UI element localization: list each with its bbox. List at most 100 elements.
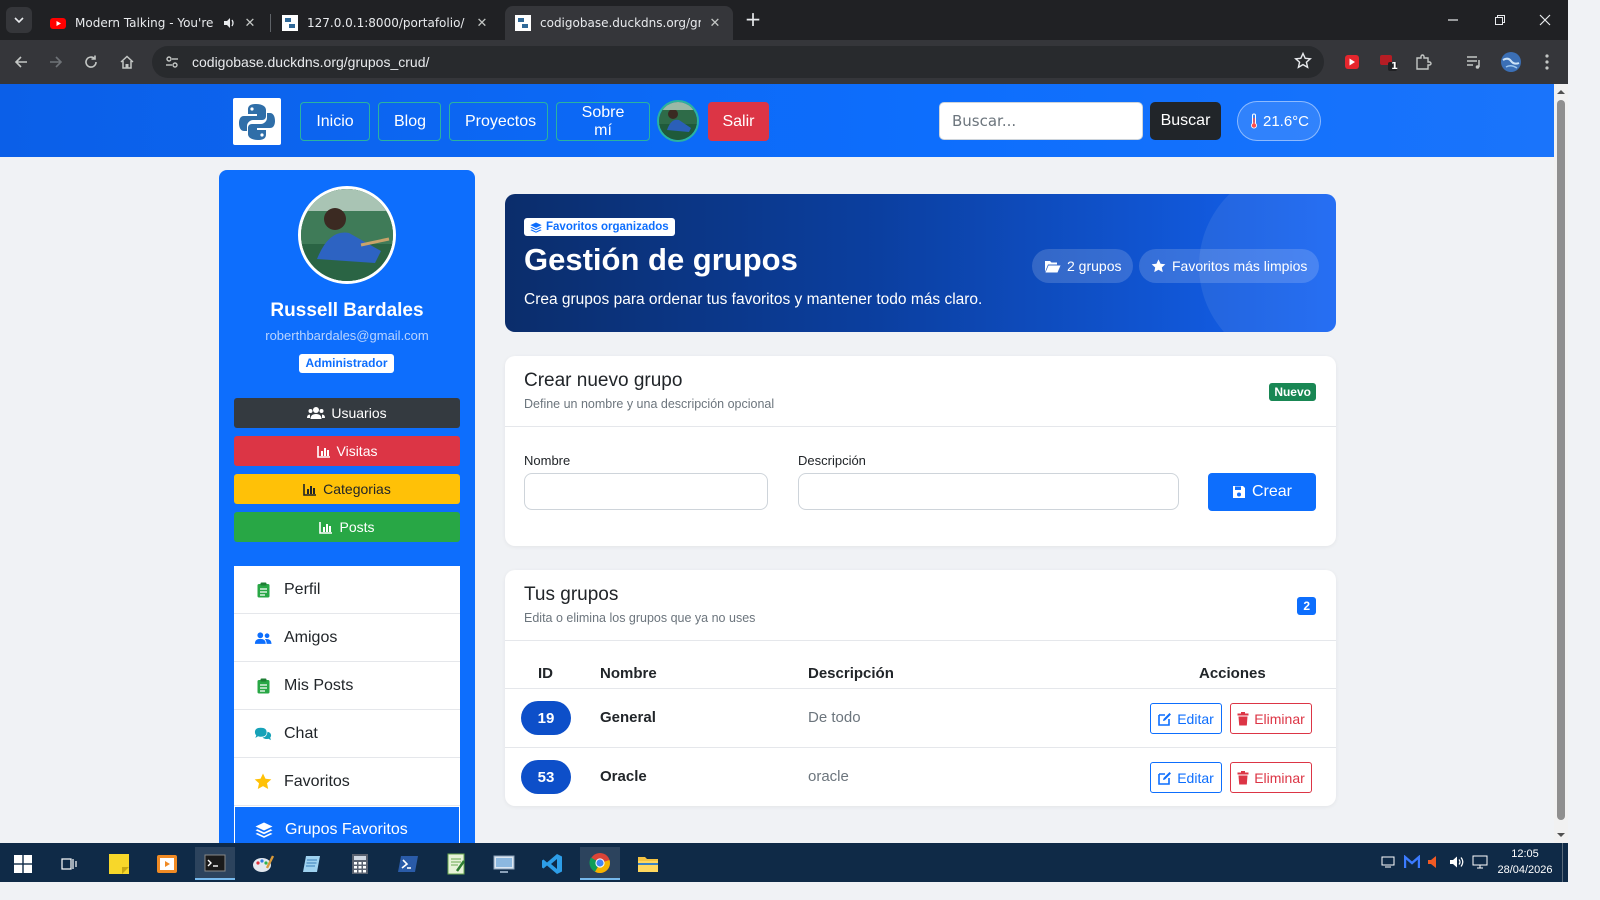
start-button[interactable] xyxy=(3,847,43,880)
description-input[interactable] xyxy=(798,473,1179,510)
restore-button[interactable] xyxy=(1477,0,1523,40)
extension-button[interactable] xyxy=(1340,50,1364,74)
card-divider xyxy=(505,426,1336,427)
monitor-icon xyxy=(1381,856,1395,868)
star-icon xyxy=(1151,259,1166,273)
edit-button[interactable]: Editar xyxy=(1150,703,1222,734)
taskbar-app-notepad[interactable] xyxy=(292,847,332,880)
task-view-button[interactable] xyxy=(50,847,90,880)
bookmark-star-icon[interactable] xyxy=(1294,52,1312,70)
show-desktop-button[interactable] xyxy=(1562,843,1568,882)
groups-title: Tus grupos xyxy=(524,584,619,605)
close-tab-icon[interactable]: ✕ xyxy=(242,16,258,31)
create-group-button[interactable]: Crear xyxy=(1208,473,1316,511)
nav-link-inicio[interactable]: Inicio xyxy=(300,102,370,141)
clipboard-icon xyxy=(254,678,272,694)
sidebar-item-mis-posts[interactable]: Mis Posts xyxy=(234,662,460,710)
tab-search-button[interactable] xyxy=(6,7,32,33)
tab-title: codigobase.duckdns.org/grupo xyxy=(540,16,701,30)
python-icon xyxy=(282,15,298,31)
tray-desktop-icon[interactable] xyxy=(1380,854,1396,870)
speaker-icon[interactable] xyxy=(222,16,236,30)
tray-volume-icon[interactable] xyxy=(1449,854,1465,870)
taskbar-app-remote-desktop[interactable] xyxy=(484,847,524,880)
close-window-button[interactable] xyxy=(1522,0,1568,40)
search-button[interactable]: Buscar xyxy=(1150,102,1221,140)
taskbar-app-sticky-notes[interactable] xyxy=(99,847,139,880)
layers-icon xyxy=(530,222,542,233)
sidebar-item-perfil[interactable]: Perfil xyxy=(234,566,460,614)
scroll-down-arrow-icon[interactable] xyxy=(1554,829,1568,841)
extension-button[interactable]: 1 xyxy=(1376,50,1400,74)
admin-categories-button[interactable]: Categorias xyxy=(234,474,460,504)
delete-button[interactable]: Eliminar xyxy=(1230,703,1312,734)
forward-button[interactable] xyxy=(44,50,68,74)
browser-menu-button[interactable] xyxy=(1535,50,1559,74)
taskbar-clock[interactable]: 12:05 28/04/2026 xyxy=(1490,846,1560,878)
taskbar-app-file-explorer[interactable] xyxy=(628,847,668,880)
taskbar-app-vscode[interactable] xyxy=(532,847,572,880)
search-input[interactable] xyxy=(939,102,1143,140)
trash-icon xyxy=(1237,770,1249,784)
admin-categories-label: Categorias xyxy=(323,481,391,497)
taskbar-app-terminal[interactable] xyxy=(195,847,235,880)
comments-icon xyxy=(254,726,272,742)
taskbar-app-editor[interactable] xyxy=(436,847,476,880)
edit-button[interactable]: Editar xyxy=(1150,762,1222,793)
close-tab-icon[interactable]: ✕ xyxy=(474,16,490,31)
scroll-up-arrow-icon[interactable] xyxy=(1554,86,1568,98)
notepad-icon xyxy=(303,855,320,872)
create-button-label: Crear xyxy=(1251,483,1292,500)
site-logo[interactable] xyxy=(233,98,281,145)
sidebar-item-label: Perfil xyxy=(284,580,321,598)
text-editor-icon xyxy=(447,853,466,874)
nav-link-sobre-mi[interactable]: Sobre mí xyxy=(556,102,650,141)
group-count-label: 2 grupos xyxy=(1067,258,1122,274)
nav-link-proyectos[interactable]: Proyectos xyxy=(449,102,548,141)
delete-button-label: Eliminar xyxy=(1254,710,1305,727)
profile-button[interactable] xyxy=(1499,50,1523,74)
taskbar-app-media[interactable] xyxy=(147,847,187,880)
minimize-button[interactable] xyxy=(1430,0,1476,40)
page-scrollbar[interactable] xyxy=(1554,84,1568,843)
tray-media-icon[interactable] xyxy=(1426,854,1442,870)
logout-button[interactable]: Salir xyxy=(708,102,769,141)
sidebar-item-chat[interactable]: Chat xyxy=(234,710,460,758)
tray-network-icon[interactable] xyxy=(1472,854,1488,870)
taskbar-app-paint[interactable] xyxy=(243,847,283,880)
terminal-icon xyxy=(204,854,226,871)
admin-users-button[interactable]: Usuarios xyxy=(234,398,460,428)
browser-tab[interactable]: 127.0.0.1:8000/portafolio/ ✕ xyxy=(272,6,500,40)
edit-icon xyxy=(1158,771,1172,785)
admin-visits-button[interactable]: Visitas xyxy=(234,436,460,466)
admin-posts-button[interactable]: Posts xyxy=(234,512,460,542)
chevron-down-icon xyxy=(14,17,24,24)
delete-button[interactable]: Eliminar xyxy=(1230,762,1312,793)
name-input[interactable] xyxy=(524,473,768,510)
address-bar[interactable]: codigobase.duckdns.org/grupos_crud/ xyxy=(152,46,1324,78)
globe-avatar-icon xyxy=(1501,52,1521,72)
tray-antivirus-icon[interactable] xyxy=(1404,854,1420,870)
browser-tab-active[interactable]: codigobase.duckdns.org/grupo ✕ xyxy=(505,6,733,40)
home-button[interactable] xyxy=(115,50,139,74)
close-tab-icon[interactable]: ✕ xyxy=(707,16,723,31)
taskbar-app-calculator[interactable] xyxy=(340,847,380,880)
nav-link-blog[interactable]: Blog xyxy=(378,102,441,141)
new-tab-button[interactable]: + xyxy=(741,8,765,32)
sidebar-item-amigos[interactable]: Amigos xyxy=(234,614,460,662)
trash-icon xyxy=(1237,711,1249,725)
chart-icon xyxy=(319,521,333,534)
users-icon xyxy=(307,407,326,419)
taskbar-app-powershell[interactable] xyxy=(388,847,428,880)
user-avatar[interactable] xyxy=(657,100,699,142)
reload-button[interactable] xyxy=(79,50,103,74)
sidebar-item-favoritos[interactable]: Favoritos xyxy=(234,758,460,806)
back-button[interactable] xyxy=(9,50,33,74)
scrollbar-thumb[interactable] xyxy=(1557,100,1565,820)
browser-tab[interactable]: Modern Talking - You're My ✕ xyxy=(40,6,268,40)
row-description: oracle xyxy=(808,768,849,785)
site-info-icon[interactable] xyxy=(164,54,180,70)
taskbar-app-chrome[interactable] xyxy=(580,847,620,880)
extensions-button[interactable] xyxy=(1411,50,1435,74)
media-controls-button[interactable] xyxy=(1462,50,1486,74)
